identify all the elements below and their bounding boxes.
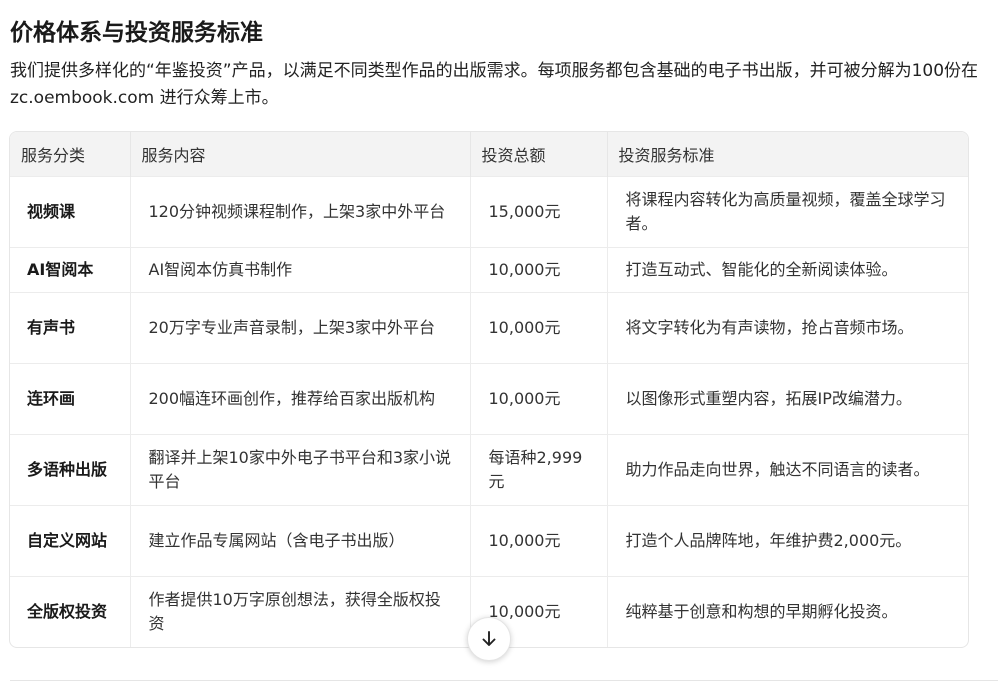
- cell-amount: 10,000元: [470, 362, 608, 434]
- table-row: 有声书 20万字专业声音录制，上架3家中外平台 10,000元 将文字转化为有声…: [10, 291, 968, 363]
- cell-standard: 纯粹基于创意和构想的早期孵化投资。: [607, 575, 968, 647]
- cell-content: 作者提供10万字原创想法，获得全版权投资: [130, 575, 471, 647]
- pricing-table: 服务分类 服务内容 投资总额 投资服务标准 视频课 120分钟视频课程制作，上架…: [10, 132, 968, 647]
- cell-standard: 打造互动式、智能化的全新阅读体验。: [607, 246, 968, 292]
- table-header-row: 服务分类 服务内容 投资总额 投资服务标准: [10, 132, 968, 176]
- cell-category: 视频课: [10, 175, 131, 247]
- arrow-down-icon: [482, 631, 496, 646]
- cell-standard: 助力作品走向世界，触达不同语言的读者。: [607, 433, 968, 505]
- divider: [10, 680, 998, 681]
- header-standard: 投资服务标准: [607, 132, 968, 176]
- cell-category: 连环画: [10, 362, 131, 434]
- cell-standard: 将课程内容转化为高质量视频，覆盖全球学习者。: [607, 175, 968, 247]
- table-row: 视频课 120分钟视频课程制作，上架3家中外平台 15,000元 将课程内容转化…: [10, 175, 968, 247]
- scroll-down-button[interactable]: [467, 617, 511, 661]
- table-row: AI智阅本 AI智阅本仿真书制作 10,000元 打造互动式、智能化的全新阅读体…: [10, 246, 968, 292]
- content-area: 价格体系与投资服务标准 我们提供多样化的“年鉴投资”产品，以满足不同类型作品的出…: [0, 0, 998, 112]
- cell-category: 有声书: [10, 291, 131, 363]
- intro-paragraph: 我们提供多样化的“年鉴投资”产品，以满足不同类型作品的出版需求。每项服务都包含基…: [10, 61, 979, 108]
- cell-amount: 15,000元: [470, 175, 608, 247]
- cell-content: 建立作品专属网站（含电子书出版）: [130, 504, 471, 576]
- page-title: 价格体系与投资服务标准: [10, 20, 263, 46]
- cell-content: AI智阅本仿真书制作: [130, 246, 471, 292]
- table-row: 连环画 200幅连环画创作，推荐给百家出版机构 10,000元 以图像形式重塑内…: [10, 362, 968, 434]
- pricing-table-container: 服务分类 服务内容 投资总额 投资服务标准 视频课 120分钟视频课程制作，上架…: [9, 131, 969, 648]
- cell-amount: 每语种2,999元: [470, 433, 608, 505]
- header-category: 服务分类: [10, 132, 131, 176]
- cell-category: 自定义网站: [10, 504, 131, 576]
- cell-category: 全版权投资: [10, 575, 131, 647]
- cell-category: AI智阅本: [10, 246, 131, 292]
- cell-amount: 10,000元: [470, 291, 608, 363]
- cell-amount: 10,000元: [470, 504, 608, 576]
- cell-standard: 打造个人品牌阵地，年维护费2,000元。: [607, 504, 968, 576]
- cell-content: 120分钟视频课程制作，上架3家中外平台: [130, 175, 471, 247]
- cell-standard: 以图像形式重塑内容，拓展IP改编潜力。: [607, 362, 968, 434]
- cell-content: 翻译并上架10家中外电子书平台和3家小说平台: [130, 433, 471, 505]
- table-row: 自定义网站 建立作品专属网站（含电子书出版） 10,000元 打造个人品牌阵地，…: [10, 504, 968, 576]
- cell-standard: 将文字转化为有声读物，抢占音频市场。: [607, 291, 968, 363]
- cell-amount: 10,000元: [470, 246, 608, 292]
- cell-category: 多语种出版: [10, 433, 131, 505]
- cell-content: 20万字专业声音录制，上架3家中外平台: [130, 291, 471, 363]
- header-content: 服务内容: [130, 132, 471, 176]
- header-amount: 投资总额: [470, 132, 608, 176]
- cell-content: 200幅连环画创作，推荐给百家出版机构: [130, 362, 471, 434]
- table-row: 多语种出版 翻译并上架10家中外电子书平台和3家小说平台 每语种2,999元 助…: [10, 433, 968, 505]
